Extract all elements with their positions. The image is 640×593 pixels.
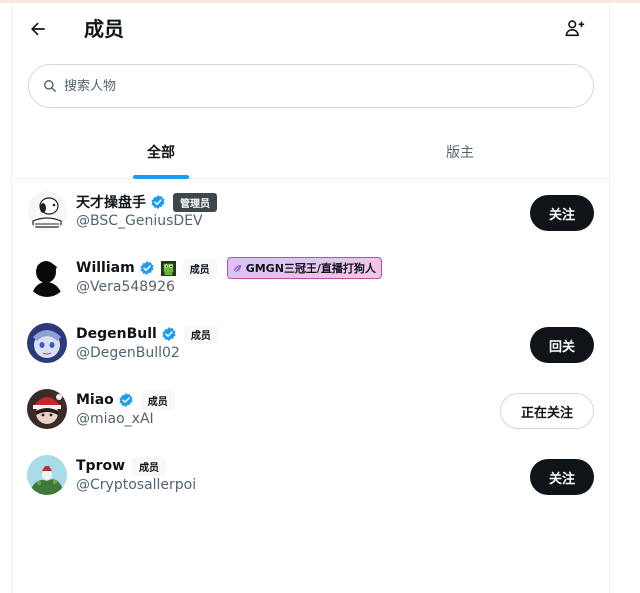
arrow-left-icon bbox=[31, 22, 45, 36]
avatar[interactable] bbox=[27, 323, 67, 363]
role-badge: 成员 bbox=[182, 258, 217, 278]
leaf-icon bbox=[233, 264, 241, 272]
name-line: William 成员 GMGN三冠王/直播打狗人 bbox=[76, 257, 382, 279]
member-name[interactable]: 天才操盘手 bbox=[76, 192, 146, 212]
role-badge: 成员 bbox=[132, 456, 167, 476]
name-line: 天才操盘手 管理员 bbox=[76, 191, 217, 213]
tab-bar: 全部 版主 bbox=[12, 125, 609, 179]
tab-all-label: 全部 bbox=[147, 145, 175, 161]
avatar[interactable] bbox=[27, 257, 67, 297]
avatar[interactable] bbox=[27, 389, 67, 429]
community-tag-label: GMGN三冠王/直播打狗人 bbox=[245, 262, 376, 275]
members-panel: 成员 全部 版主 bbox=[11, 3, 610, 593]
active-tab-indicator bbox=[133, 175, 189, 179]
header: 成员 bbox=[12, 3, 609, 55]
person-add-icon bbox=[565, 20, 585, 37]
member-name[interactable]: Tprow bbox=[76, 458, 125, 474]
tab-all[interactable]: 全部 bbox=[12, 125, 310, 179]
role-badge: 成员 bbox=[140, 390, 175, 410]
name-line: DegenBull 成员 bbox=[76, 323, 218, 345]
back-button[interactable] bbox=[26, 17, 50, 41]
role-badge: 成员 bbox=[183, 324, 218, 344]
verified-badge-icon bbox=[162, 327, 176, 341]
verified-badge-icon bbox=[140, 261, 154, 275]
member-row[interactable]: DegenBull 成员 @DegenBull02 回关 bbox=[12, 312, 609, 378]
member-handle[interactable]: @Vera548926 bbox=[76, 279, 175, 295]
avatar[interactable] bbox=[27, 455, 67, 495]
page-title: 成员 bbox=[84, 17, 124, 41]
member-name[interactable]: DegenBull bbox=[76, 326, 157, 342]
member-row[interactable]: Miao 成员 @miao_xAI 正在关注 bbox=[12, 378, 609, 444]
search-icon bbox=[44, 80, 56, 92]
member-handle[interactable]: @Cryptosallerpoi bbox=[76, 477, 196, 493]
member-list: 天才操盘手 管理员 @BSC_GeniusDEV 关注 William 成员 G… bbox=[12, 180, 609, 510]
avatar[interactable] bbox=[27, 191, 67, 231]
following-button[interactable]: 正在关注 bbox=[500, 393, 594, 429]
frog-emoji-icon bbox=[160, 260, 176, 276]
follow-button[interactable]: 关注 bbox=[530, 459, 594, 495]
member-handle[interactable]: @BSC_GeniusDEV bbox=[76, 213, 203, 229]
member-row[interactable]: William 成员 GMGN三冠王/直播打狗人 @Vera548926 bbox=[12, 246, 609, 312]
member-handle[interactable]: @miao_xAI bbox=[76, 411, 154, 427]
add-member-button[interactable] bbox=[564, 17, 588, 41]
follow-button[interactable]: 关注 bbox=[530, 195, 594, 231]
verified-badge-icon bbox=[119, 393, 133, 407]
search-box[interactable] bbox=[28, 64, 594, 108]
member-row[interactable]: 天才操盘手 管理员 @BSC_GeniusDEV 关注 bbox=[12, 180, 609, 246]
community-tag: GMGN三冠王/直播打狗人 bbox=[226, 257, 382, 279]
tab-moderators-label: 版主 bbox=[446, 145, 474, 161]
follow-back-button[interactable]: 回关 bbox=[530, 327, 594, 363]
tab-moderators[interactable]: 版主 bbox=[310, 125, 610, 179]
name-line: Miao 成员 bbox=[76, 389, 175, 411]
role-badge: 管理员 bbox=[173, 192, 217, 212]
member-name[interactable]: William bbox=[76, 260, 135, 276]
member-row[interactable]: Tprow 成员 @Cryptosallerpoi 关注 bbox=[12, 444, 609, 510]
search-input[interactable] bbox=[64, 78, 544, 94]
name-line: Tprow 成员 bbox=[76, 455, 167, 477]
member-handle[interactable]: @DegenBull02 bbox=[76, 345, 180, 361]
member-name[interactable]: Miao bbox=[76, 392, 114, 408]
verified-badge-icon bbox=[151, 195, 165, 209]
